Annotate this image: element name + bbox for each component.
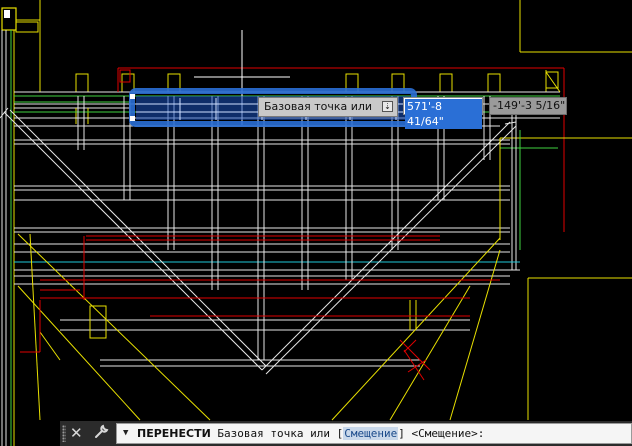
- drag-handle-icon[interactable]: [62, 425, 66, 442]
- wrench-icon-glyph: [95, 424, 109, 438]
- dynamic-input-x-field[interactable]: 571'-8 41/64": [403, 97, 483, 129]
- right-structure: [118, 0, 632, 420]
- wrench-icon[interactable]: [93, 424, 109, 445]
- command-line-bar: ✕ ▼ ПЕРЕНЕСТИ Базовая точка или [Смещени…: [60, 421, 632, 446]
- command-option-displacement[interactable]: Смещение: [343, 427, 399, 440]
- recent-commands-chevron-icon[interactable]: ▼: [123, 424, 128, 443]
- dynamic-input-x-value: 571'-8 41/64": [405, 99, 482, 129]
- download-arrow-icon[interactable]: ⇣: [382, 101, 393, 112]
- dynamic-input-y-value: -149'-3 5/16": [493, 99, 566, 112]
- dynamic-input-prompt-text: Базовая точка или: [264, 100, 373, 113]
- command-name: ПЕРЕНЕСТИ: [137, 427, 211, 440]
- command-prompt-tail: ] <Смещение>:: [398, 427, 485, 440]
- command-prompt: Базовая точка или [: [210, 427, 344, 440]
- dynamic-input-y-field[interactable]: -149'-3 5/16": [489, 97, 567, 115]
- dynamic-input-prompt: Базовая точка или ⇣: [258, 97, 398, 117]
- drawing-canvas[interactable]: [0, 0, 632, 446]
- command-input[interactable]: ▼ ПЕРЕНЕСТИ Базовая точка или [Смещение]…: [116, 423, 632, 444]
- left-structure: [1, 0, 130, 446]
- close-icon[interactable]: ✕: [70, 423, 83, 443]
